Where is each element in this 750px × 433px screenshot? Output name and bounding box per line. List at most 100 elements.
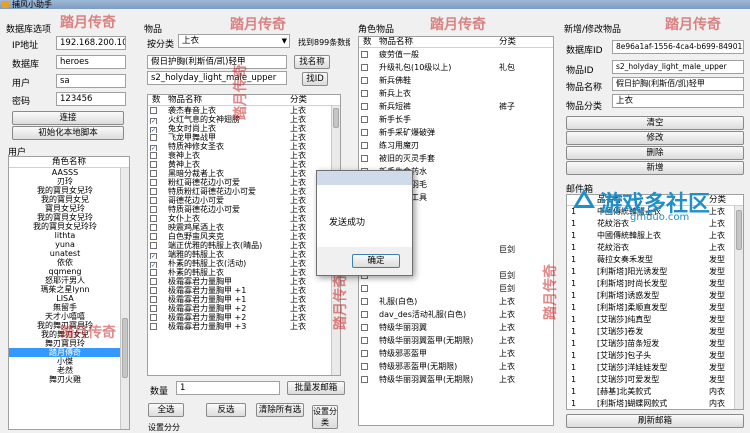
role-item-row[interactable]: dav_des活动礼服(白色) 上衣: [359, 308, 553, 321]
item-checkbox[interactable]: [150, 179, 157, 186]
item-checkbox[interactable]: [150, 161, 157, 168]
item-row[interactable]: 极霜寡君力量胸甲 上衣: [148, 277, 340, 286]
users-listbox[interactable]: 角色名称 AASSS 刃玲 我的寶貝女兒玲 我的寶貝女兒 寶貝女兒玲 我的寶貝女兒玲 我的寶…: [8, 156, 130, 430]
itemcat-input[interactable]: 上衣: [612, 94, 744, 108]
invert-select-button[interactable]: 反选: [206, 403, 246, 417]
item-checkbox[interactable]: [150, 197, 157, 204]
item-checkbox[interactable]: [150, 107, 157, 114]
user-list-item[interactable]: 老然: [9, 366, 121, 375]
user-list-item[interactable]: 依依: [9, 258, 121, 267]
role-item-row[interactable]: 特级邪恶盔甲(无期限) 上衣: [359, 360, 553, 373]
item-code-input[interactable]: s2_holyday_light_male_upper: [147, 71, 287, 85]
item-row[interactable]: 女仆上衣 上衣: [148, 214, 340, 223]
role-item-checkbox[interactable]: [361, 77, 368, 84]
role-item-checkbox[interactable]: [361, 116, 368, 123]
role-item-checkbox[interactable]: [361, 103, 368, 110]
users-scrollbar[interactable]: [120, 168, 129, 429]
user-list-item[interactable]: 我的寶貝女兒: [9, 195, 121, 204]
role-item-checkbox[interactable]: [361, 363, 368, 370]
user-input[interactable]: sa: [56, 74, 126, 88]
role-item-checkbox[interactable]: [361, 324, 368, 331]
item-row[interactable]: 黑暗分裁者上衣 上衣: [148, 169, 340, 178]
item-row[interactable]: 端正优雅的韩服上衣(晴品) 上衣: [148, 241, 340, 250]
user-list-item[interactable]: 天才小嘻嘻: [9, 312, 121, 321]
role-item-row[interactable]: 礼服(白色) 上衣: [359, 295, 553, 308]
delete-button[interactable]: 删除: [566, 146, 744, 160]
item-row[interactable]: 映震鸡尾酒上衣 上衣: [148, 223, 340, 232]
item-checkbox[interactable]: [150, 170, 157, 177]
qty-input[interactable]: 1: [176, 381, 280, 395]
item-checkbox[interactable]: [150, 305, 157, 312]
itemname-input[interactable]: 假日护胸(利斯佰/凯)轻甲: [612, 77, 744, 91]
user-list-item[interactable]: 怒耶汗男人: [9, 276, 121, 285]
user-list-item[interactable]: 寶貝女兒玲: [9, 204, 121, 213]
user-list-item[interactable]: 踏月傳奇: [9, 348, 121, 357]
role-item-row[interactable]: 新兵上衣: [359, 87, 553, 100]
item-row[interactable]: 特质粉红哥德花边小可爱 上衣: [148, 187, 340, 196]
mail-row[interactable]: 1 花紋浴衣 上衣: [567, 242, 743, 254]
category-select[interactable]: 上衣 ▼: [178, 34, 290, 48]
mailbox-listbox[interactable]: 品名称 分类 1 中國傳統韓服上衣 上衣 1 花紋浴衣 上衣 1 中國傳統韓服上衣 上衣 1 花紋浴…: [566, 194, 744, 410]
role-item-checkbox[interactable]: [361, 90, 368, 97]
search-id-button[interactable]: 找ID: [302, 72, 328, 86]
user-list-item[interactable]: yuna: [9, 240, 121, 249]
add-button[interactable]: 新增: [566, 161, 744, 175]
init-script-button[interactable]: 初始化本地脚本: [12, 126, 124, 140]
user-list-item[interactable]: 我的寶貝女兒玲: [9, 213, 121, 222]
item-row[interactable]: 极霜寡君力量胸甲 +2 上衣: [148, 313, 340, 322]
mail-row[interactable]: 1 [艾瑞莎]卷发 发型: [567, 326, 743, 338]
mailbox-scroll-thumb[interactable]: [736, 210, 742, 250]
mail-row[interactable]: 1 中國傳統韓服上衣 上衣: [567, 230, 743, 242]
mail-row[interactable]: 1 [利斯塔]时尚长发型 发型: [567, 278, 743, 290]
role-item-row[interactable]: 新手采矿爆破弹: [359, 126, 553, 139]
item-checkbox[interactable]: [150, 206, 157, 213]
mail-row[interactable]: 1 [赫基]北美款式 内衣: [567, 386, 743, 398]
role-item-checkbox[interactable]: [361, 142, 368, 149]
item-row[interactable]: 朴素的韩服上衣(活动) 上衣: [148, 259, 340, 268]
user-list-item[interactable]: LISA: [9, 294, 121, 303]
role-item-row[interactable]: 新兵短裤 裤子: [359, 100, 553, 113]
item-checkbox[interactable]: [150, 152, 157, 159]
role-item-row[interactable]: 特级邪恶盔甲 上衣: [359, 347, 553, 360]
item-row[interactable]: 特质神修女圣衣 上衣: [148, 142, 340, 151]
user-list-item[interactable]: 瑪茱之星lynn: [9, 285, 121, 294]
role-item-row[interactable]: 新手长手: [359, 113, 553, 126]
item-checkbox[interactable]: [150, 323, 157, 330]
item-row[interactable]: 极霜寡君力量胸甲 +1 上衣: [148, 295, 340, 304]
batch-send-button[interactable]: 批量发邮箱: [287, 381, 345, 395]
user-list-item[interactable]: unatest: [9, 249, 121, 258]
mail-row[interactable]: 1 [利斯塔]诱惑发型 发型: [567, 290, 743, 302]
item-search-input[interactable]: 假日护胸(利斯佰/凯)轻甲: [147, 55, 287, 69]
item-checkbox[interactable]: [150, 287, 157, 294]
role-item-checkbox[interactable]: [361, 376, 368, 383]
search-name-button[interactable]: 找名称: [294, 55, 330, 69]
users-scroll-thumb[interactable]: [122, 318, 128, 378]
item-row[interactable]: 极霜寡君力量胸甲 +1 上衣: [148, 286, 340, 295]
role-item-row[interactable]: 特级华丽羽翼 上衣: [359, 321, 553, 334]
role-item-checkbox[interactable]: [361, 155, 368, 162]
item-row[interactable]: 衰神上衣 上衣: [148, 151, 340, 160]
item-checkbox[interactable]: [150, 215, 157, 222]
mail-row[interactable]: 1 [利斯塔]蝴蝶网款式 内衣: [567, 398, 743, 409]
item-checkbox[interactable]: [150, 296, 157, 303]
item-row[interactable]: 朴素的韩服上衣 上衣: [148, 268, 340, 277]
itemid-input[interactable]: s2_holyday_light_male_upper: [612, 60, 744, 74]
user-list-item[interactable]: 小傑: [9, 357, 121, 366]
db-input[interactable]: heroes: [56, 55, 126, 69]
item-row[interactable]: 哥德花边小可爱 上衣: [148, 196, 340, 205]
role-item-checkbox[interactable]: [361, 311, 368, 318]
ok-button[interactable]: 确定: [352, 254, 400, 268]
mail-row[interactable]: 1 [艾瑞莎]苗条短发 发型: [567, 338, 743, 350]
item-row[interactable]: 端雅的韩服上衣 上衣: [148, 250, 340, 259]
item-row[interactable]: 特质哥德花边小可爱 上衣: [148, 205, 340, 214]
item-checkbox[interactable]: [150, 269, 157, 276]
role-item-row[interactable]: 新兵佛鞋: [359, 74, 553, 87]
user-list-item[interactable]: 刃玲: [9, 177, 121, 186]
user-list-item[interactable]: 無留手: [9, 303, 121, 312]
item-row[interactable]: 白色野蛮风夹克 上衣: [148, 232, 340, 241]
item-row[interactable]: 黄神上衣 上衣: [148, 160, 340, 169]
item-checkbox[interactable]: [150, 224, 157, 231]
role-item-checkbox[interactable]: [361, 298, 368, 305]
select-all-button[interactable]: 全选: [148, 403, 184, 417]
mail-row[interactable]: 1 [艾瑞莎]包子头 发型: [567, 350, 743, 362]
